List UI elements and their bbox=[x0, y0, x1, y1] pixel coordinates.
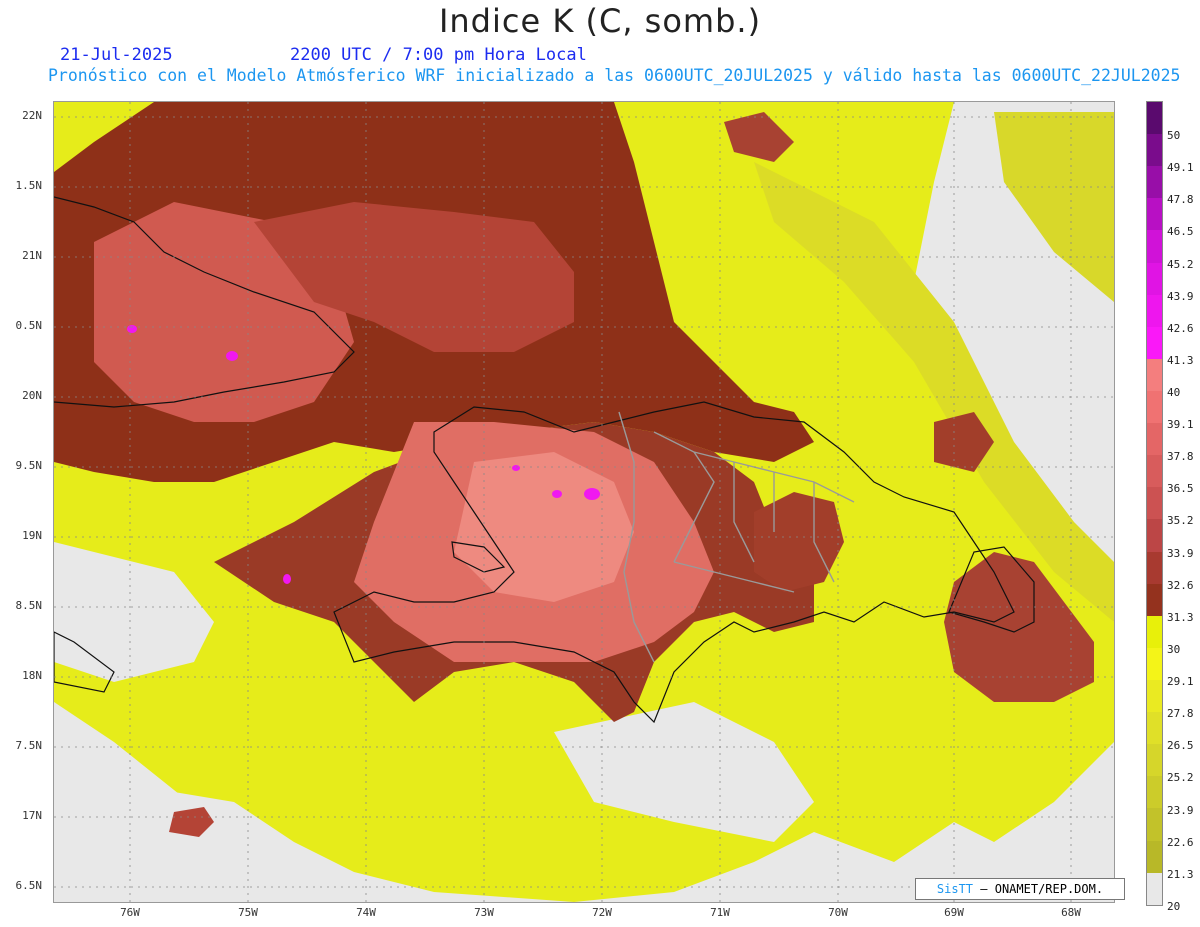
lat-label: 6.5N bbox=[15, 879, 43, 892]
color-scale-label: 37.8 bbox=[1167, 450, 1194, 464]
color-scale-label: 31.3 bbox=[1167, 610, 1194, 624]
lat-label: 9.5N bbox=[15, 459, 43, 472]
color-scale-swatch bbox=[1147, 294, 1162, 327]
color-scale-swatch bbox=[1147, 166, 1162, 199]
field-magenta-1 bbox=[584, 488, 600, 500]
map-canvas bbox=[54, 102, 1114, 902]
color-scale-label: 22.6 bbox=[1167, 835, 1194, 849]
color-scale-swatch bbox=[1147, 198, 1162, 231]
color-scale-label: 43.9 bbox=[1167, 289, 1194, 303]
lat-label: 7.5N bbox=[15, 739, 43, 752]
color-scale-label: 29.1 bbox=[1167, 675, 1194, 689]
lat-label: 8.5N bbox=[15, 599, 43, 612]
color-scale-label: 27.8 bbox=[1167, 707, 1194, 721]
lon-label: 76W bbox=[120, 906, 140, 919]
color-scale-label: 35.2 bbox=[1167, 514, 1194, 528]
lon-label: 68W bbox=[1061, 906, 1081, 919]
lon-label: 74W bbox=[356, 906, 376, 919]
lon-label: 72W bbox=[592, 906, 612, 919]
color-scale-label: 42.6 bbox=[1167, 321, 1194, 335]
lat-label: 1.5N bbox=[15, 179, 43, 192]
color-scale-label: 20 bbox=[1167, 899, 1181, 913]
color-scale-label: 21.3 bbox=[1167, 867, 1194, 881]
field-magenta-6 bbox=[512, 465, 520, 471]
color-scale-label: 32.6 bbox=[1167, 578, 1194, 592]
color-scale-swatch bbox=[1147, 390, 1162, 424]
color-scale-swatch bbox=[1147, 583, 1162, 616]
color-scale-label: 30 bbox=[1167, 642, 1181, 656]
lon-label: 70W bbox=[828, 906, 848, 919]
color-scale-label: 39.1 bbox=[1167, 418, 1194, 432]
lon-label: 69W bbox=[944, 906, 964, 919]
field-magenta-3 bbox=[283, 574, 291, 584]
forecast-subtitle: Pronóstico con el Modelo Atmósferico WRF… bbox=[48, 66, 1181, 85]
field-magenta-2 bbox=[552, 490, 562, 498]
color-scale-label: 36.5 bbox=[1167, 482, 1194, 496]
color-scale-swatch bbox=[1147, 840, 1162, 873]
color-scale-swatch bbox=[1147, 647, 1162, 680]
color-scale-swatch bbox=[1147, 551, 1162, 584]
lat-label: 19N bbox=[22, 529, 42, 542]
sistt-logo: SisTT bbox=[936, 882, 974, 896]
lat-label: 17N bbox=[22, 809, 42, 822]
color-scale-label: 25.2 bbox=[1167, 771, 1194, 785]
forecast-date: 21-Jul-2025 bbox=[60, 45, 173, 65]
credit-box: SisTT – ONAMET/REP.DOM. bbox=[915, 878, 1125, 900]
credit-text: – ONAMET/REP.DOM. bbox=[980, 882, 1104, 896]
lon-label: 75W bbox=[238, 906, 258, 919]
lat-label: 22N bbox=[22, 109, 42, 122]
color-scale-swatch bbox=[1147, 134, 1162, 167]
k-index-map bbox=[53, 101, 1115, 903]
color-scale-swatch bbox=[1147, 423, 1162, 456]
color-scale-swatch bbox=[1147, 519, 1162, 552]
color-scale-label: 40 bbox=[1167, 385, 1181, 399]
color-scale-swatch bbox=[1147, 230, 1162, 263]
lat-label: 20N bbox=[22, 389, 42, 402]
lat-label: 0.5N bbox=[15, 319, 43, 332]
color-scale-swatch bbox=[1147, 776, 1162, 809]
lon-label: 73W bbox=[474, 906, 494, 919]
color-scale-swatch bbox=[1147, 808, 1162, 841]
color-scale-swatch bbox=[1147, 872, 1162, 905]
color-scale-label: 47.8 bbox=[1167, 193, 1194, 207]
color-scale-label: 50 bbox=[1167, 129, 1181, 143]
color-scale-label: 49.1 bbox=[1167, 161, 1194, 175]
field-magenta-4 bbox=[226, 351, 238, 361]
color-scale-label: 41.3 bbox=[1167, 353, 1194, 367]
color-scale-label: 23.9 bbox=[1167, 803, 1194, 817]
color-scale-label: 46.5 bbox=[1167, 225, 1194, 239]
color-scale-label: 26.5 bbox=[1167, 739, 1194, 753]
color-scale-swatch bbox=[1147, 455, 1162, 488]
lat-label: 21N bbox=[22, 249, 42, 262]
color-scale-bar bbox=[1146, 101, 1163, 906]
color-scale-swatch bbox=[1147, 102, 1162, 135]
lon-label: 71W bbox=[710, 906, 730, 919]
lat-label: 18N bbox=[22, 669, 42, 682]
color-scale-swatch bbox=[1147, 358, 1162, 391]
color-scale-swatch bbox=[1147, 326, 1162, 359]
valid-time: 2200 UTC / 7:00 pm Hora Local bbox=[290, 45, 587, 65]
color-scale-label: 45.2 bbox=[1167, 257, 1194, 271]
color-scale-label: 33.9 bbox=[1167, 546, 1194, 560]
map-title: Indice K (C, somb.) bbox=[438, 2, 762, 40]
color-scale-swatch bbox=[1147, 262, 1162, 295]
field-magenta-5 bbox=[127, 325, 137, 333]
color-scale-swatch bbox=[1147, 615, 1162, 648]
color-scale-swatch bbox=[1147, 487, 1162, 520]
color-scale-swatch bbox=[1147, 679, 1162, 713]
color-scale-swatch bbox=[1147, 744, 1162, 777]
color-scale-swatch bbox=[1147, 712, 1162, 745]
